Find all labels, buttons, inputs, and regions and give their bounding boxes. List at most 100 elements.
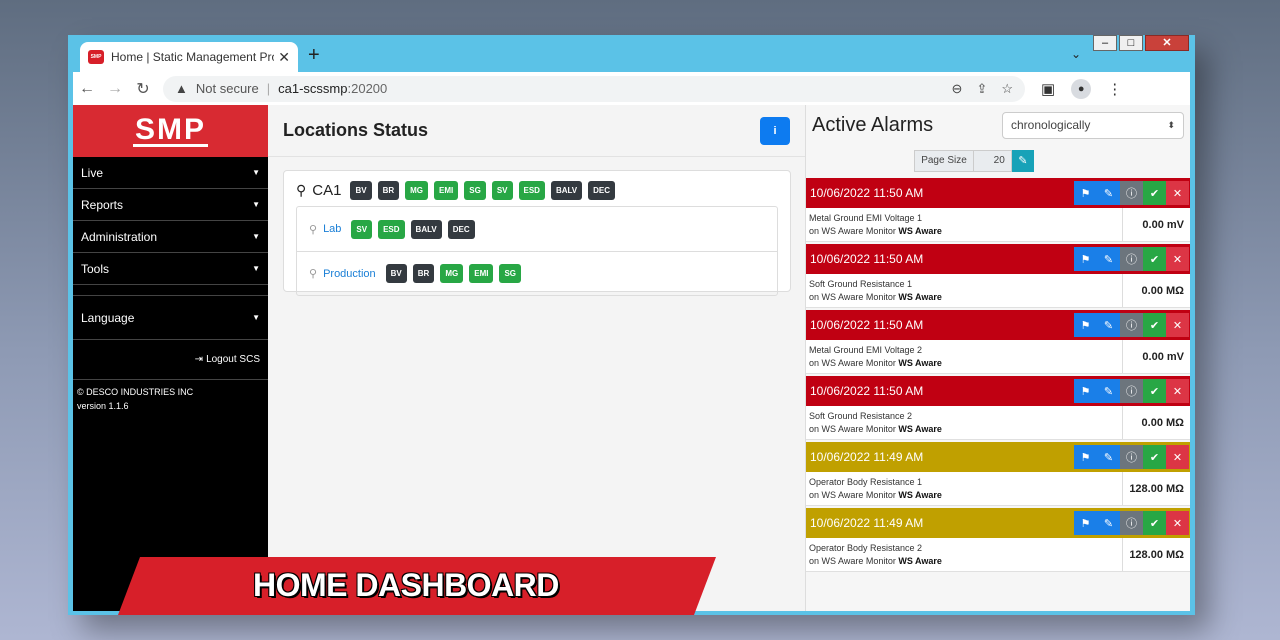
status-badge[interactable]: ESD: [518, 181, 545, 200]
status-badge[interactable]: MG: [440, 264, 464, 283]
status-badge[interactable]: BR: [412, 264, 435, 283]
monitor-name: WS Aware: [898, 292, 942, 302]
flag-icon[interactable]: ⚑: [1074, 313, 1097, 337]
browser-toolbar: ← → ↻ ▲ Not secure | ca1-scssmp :20200 ⊖…: [73, 72, 1190, 105]
sidebar: SMP Live ▼ Reports ▼ Administration ▼ To…: [73, 105, 268, 611]
sidebar-item-tools[interactable]: Tools ▼: [73, 253, 268, 285]
edit-icon[interactable]: ✎: [1097, 511, 1120, 535]
flag-icon[interactable]: ⚑: [1074, 445, 1097, 469]
alarm-description: Metal Ground EMI Voltage 2 on WS Aware M…: [806, 340, 1122, 373]
status-badge[interactable]: DEC: [447, 219, 475, 239]
back-arrow-icon[interactable]: ←: [73, 80, 101, 98]
edit-icon[interactable]: ✎: [1097, 181, 1120, 205]
status-badge[interactable]: SV: [351, 219, 373, 239]
address-bar[interactable]: ▲ Not secure | ca1-scssmp :20200 ⊖ ⇪ ☆: [163, 75, 1025, 102]
flag-icon[interactable]: ⚑: [1074, 247, 1097, 271]
flag-icon[interactable]: ⚑: [1074, 379, 1097, 403]
acknowledge-check-icon[interactable]: ✔: [1143, 313, 1166, 337]
info-icon[interactable]: ⓘ: [1120, 313, 1143, 337]
edit-icon[interactable]: ✎: [1097, 379, 1120, 403]
info-icon[interactable]: ⓘ: [1120, 511, 1143, 535]
page-content: SMP Live ▼ Reports ▼ Administration ▼ To…: [73, 105, 1190, 611]
status-badge[interactable]: SG: [499, 264, 522, 283]
minimize-icon[interactable]: –: [1093, 35, 1117, 51]
dismiss-x-icon[interactable]: ✕: [1166, 313, 1189, 337]
page-size-input[interactable]: 20: [973, 149, 1012, 172]
sort-select[interactable]: chronologically ⬍: [1002, 111, 1184, 139]
status-badge[interactable]: DEC: [588, 181, 616, 200]
logo-box[interactable]: SMP: [73, 105, 268, 157]
info-button[interactable]: i: [760, 116, 790, 145]
share-icon[interactable]: ⇪: [976, 81, 987, 97]
alarm-time: 10/06/2022 11:50 AM: [810, 318, 924, 332]
zoom-icon[interactable]: ⊖: [952, 81, 963, 97]
acknowledge-check-icon[interactable]: ✔: [1143, 445, 1166, 469]
new-tab-icon[interactable]: +: [308, 44, 320, 67]
alarm-body: Soft Ground Resistance 1 on WS Aware Mon…: [806, 274, 1190, 308]
status-badge[interactable]: SV: [491, 181, 513, 200]
alarm-header-bar: 10/06/2022 11:50 AM ⚑ ✎ ⓘ ✔ ✕: [806, 244, 1190, 274]
monitor-prefix: on WS Aware Monitor: [809, 490, 896, 500]
status-badge[interactable]: ESD: [378, 219, 405, 239]
alarm-value: 0.00 mV: [1122, 208, 1190, 241]
dismiss-x-icon[interactable]: ✕: [1166, 379, 1189, 403]
status-badge[interactable]: BV: [385, 264, 407, 283]
sublocation-row-production: ⚲ Production BV BR MG EMI SG: [297, 251, 777, 295]
info-icon[interactable]: ⓘ: [1120, 379, 1143, 403]
edit-icon[interactable]: ✎: [1097, 445, 1120, 469]
sidebar-item-administration[interactable]: Administration ▼: [73, 221, 268, 253]
reload-icon[interactable]: ↻: [129, 79, 157, 99]
sublocation-link[interactable]: Lab: [323, 223, 341, 235]
sidebar-item-reports[interactable]: Reports ▼: [73, 189, 268, 221]
forward-arrow-icon[interactable]: →: [101, 80, 129, 98]
kebab-menu-icon[interactable]: ⋮: [1107, 80, 1122, 98]
page-size-label: Page Size: [914, 149, 974, 172]
alarm-time: 10/06/2022 11:50 AM: [810, 186, 924, 200]
flag-icon[interactable]: ⚑: [1074, 511, 1097, 535]
info-icon[interactable]: ⓘ: [1120, 181, 1143, 205]
profile-avatar-icon[interactable]: ●: [1071, 78, 1092, 99]
dismiss-x-icon[interactable]: ✕: [1166, 247, 1189, 271]
alarm-header-bar: 10/06/2022 11:50 AM ⚑ ✎ ⓘ ✔ ✕: [806, 178, 1190, 208]
logout-link[interactable]: ⇥ Logout SCS: [73, 340, 268, 380]
caret-down-icon: ▼: [252, 200, 260, 209]
alarm-time: 10/06/2022 11:49 AM: [810, 516, 924, 530]
tab-search-chevron-icon[interactable]: ⌄: [1071, 47, 1081, 61]
map-pin-icon: ⚲: [309, 223, 318, 236]
dismiss-x-icon[interactable]: ✕: [1166, 511, 1189, 535]
side-panel-icon[interactable]: ▣: [1041, 80, 1055, 98]
sidebar-item-label: Tools: [81, 261, 110, 276]
status-badge[interactable]: MG: [405, 181, 429, 200]
maximize-icon[interactable]: □: [1119, 35, 1143, 51]
tab-close-icon[interactable]: ✕: [278, 49, 290, 66]
acknowledge-check-icon[interactable]: ✔: [1143, 181, 1166, 205]
sublocation-link[interactable]: Production: [323, 268, 376, 280]
status-badge[interactable]: EMI: [469, 264, 494, 283]
caret-down-icon: ▼: [252, 313, 260, 322]
window-close-icon[interactable]: ✕: [1145, 35, 1189, 51]
edit-icon[interactable]: ✎: [1097, 313, 1120, 337]
info-icon[interactable]: ⓘ: [1120, 247, 1143, 271]
status-badge[interactable]: BR: [377, 181, 400, 200]
status-badge[interactable]: EMI: [434, 181, 459, 200]
status-badge[interactable]: BV: [350, 181, 372, 200]
browser-tab[interactable]: SMP Home | Static Management Prog ✕: [80, 42, 298, 72]
smp-favicon-icon: SMP: [88, 50, 104, 64]
dismiss-x-icon[interactable]: ✕: [1166, 181, 1189, 205]
edit-page-size-button[interactable]: ✎: [1011, 149, 1034, 172]
sidebar-item-language[interactable]: Language ▼: [73, 296, 268, 340]
bookmark-star-icon[interactable]: ☆: [1001, 81, 1013, 97]
sidebar-item-live[interactable]: Live ▼: [73, 157, 268, 189]
status-badge[interactable]: SG: [464, 181, 486, 200]
dismiss-x-icon[interactable]: ✕: [1166, 445, 1189, 469]
status-badge[interactable]: BALV: [550, 181, 583, 200]
alarm-actions: ⚑ ✎ ⓘ ✔ ✕: [1074, 445, 1189, 469]
acknowledge-check-icon[interactable]: ✔: [1143, 511, 1166, 535]
acknowledge-check-icon[interactable]: ✔: [1143, 379, 1166, 403]
acknowledge-check-icon[interactable]: ✔: [1143, 247, 1166, 271]
flag-icon[interactable]: ⚑: [1074, 181, 1097, 205]
edit-icon[interactable]: ✎: [1097, 247, 1120, 271]
info-icon[interactable]: ⓘ: [1120, 445, 1143, 469]
menu-divider: [73, 285, 268, 296]
status-badge[interactable]: BALV: [410, 219, 442, 239]
